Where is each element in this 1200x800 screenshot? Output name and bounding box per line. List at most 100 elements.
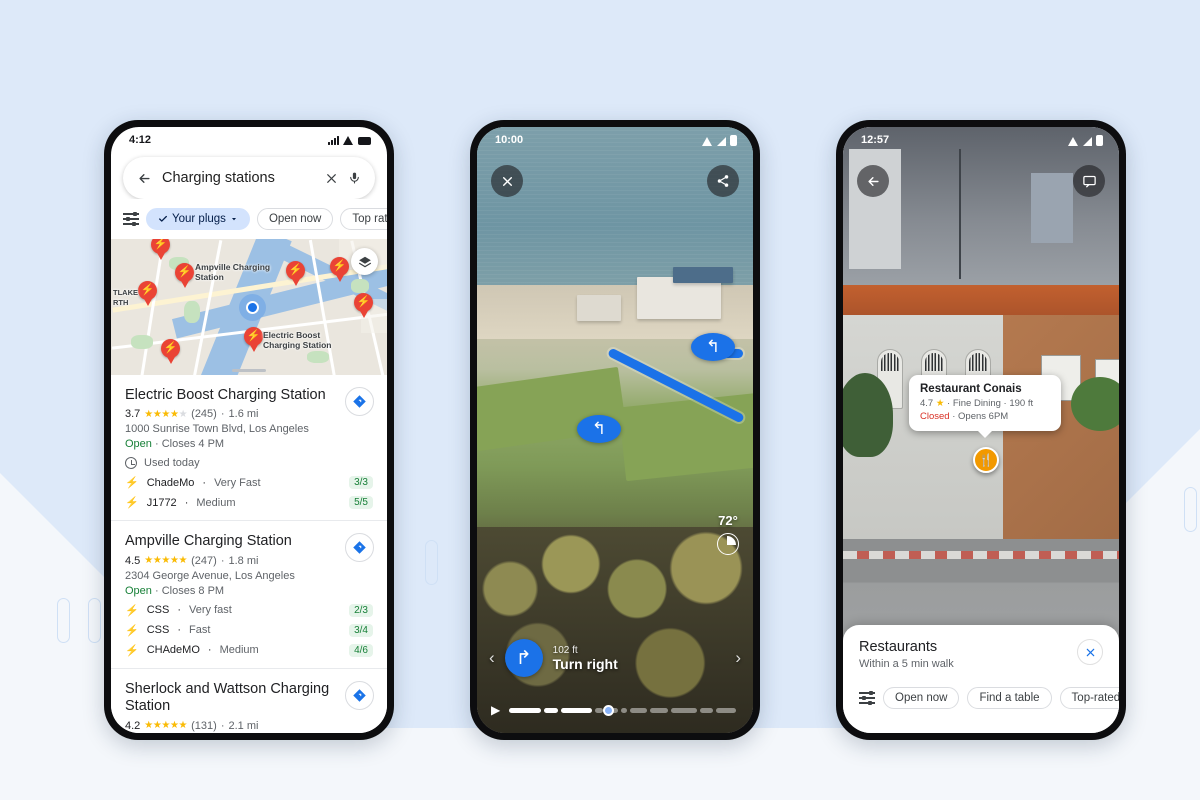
result-address: 1000 Sunrise Town Blvd, Los Angeles (125, 423, 309, 436)
map-pin-6[interactable]: ⚡ (354, 293, 373, 318)
phone2-status-time: 10:00 (495, 134, 524, 146)
sheet-chip-row: Open now Find a table Top-rated More (859, 687, 1119, 709)
filter-chip-row: Your plugs Open now Top rated (111, 199, 387, 239)
background-bar-2 (88, 598, 101, 643)
map-drag-handle[interactable] (232, 369, 266, 372)
chip-open-now[interactable]: Open now (883, 687, 960, 709)
result-rating: 3.7 ★★★★★ (245) · 1.6 mi (125, 408, 373, 420)
table-row[interactable]: Electric Boost Charging Station 3.7 ★★★★… (111, 375, 387, 520)
star-icon: ★★★★★ (144, 408, 188, 420)
scene-shrub-1 (843, 373, 893, 457)
plug-type: ChadeMo (146, 476, 195, 489)
map-view[interactable]: ⚡ ⚡ ⚡ ⚡ ⚡ ⚡ ⚡ ⚡ Ampville Charging Statio… (111, 239, 387, 375)
chip-top-rated[interactable]: Top rated (340, 208, 387, 230)
background-bar-4 (1184, 487, 1197, 532)
signal-icon (328, 135, 339, 145)
bottom-sheet: Restaurants Within a 5 min walk Open now… (843, 625, 1119, 733)
map-pin-7[interactable]: ⚡ (161, 339, 180, 364)
wifi-icon (702, 136, 713, 146)
scene-building-2 (577, 295, 621, 321)
callout-status: Closed (920, 411, 950, 422)
bolt-icon: ⚡ (125, 497, 139, 510)
turn-marker-far[interactable]: ↰ (691, 333, 735, 361)
background-bar-1 (57, 598, 70, 643)
callout-rating: 4.7 (920, 398, 934, 409)
turn-right-icon[interactable]: ↱ (504, 639, 543, 677)
microphone-icon[interactable] (348, 170, 361, 186)
chip-your-plugs[interactable]: Your plugs (146, 208, 250, 230)
plug-row: ⚡ J1772 · Medium 5/5 (125, 496, 373, 510)
close-icon[interactable] (1077, 639, 1103, 665)
table-row[interactable]: Sherlock and Wattson Charging Station 4.… (111, 667, 387, 733)
play-icon[interactable]: ▶ (491, 703, 500, 717)
map-pin-8[interactable]: ⚡ (244, 327, 263, 352)
map-green-4 (307, 351, 329, 363)
filter-tune-icon[interactable] (859, 690, 875, 705)
result-rating: 4.2 ★★★★★ (131) · 2.1 mi (125, 720, 373, 732)
chip-your-plugs-label: Your plugs (172, 213, 226, 225)
place-callout-card[interactable]: Restaurant Conais 4.7 ★ · Fine Dining · … (909, 375, 1061, 431)
map-pin-4[interactable]: ⚡ (286, 261, 305, 286)
callout-distance: 190 ft (1009, 398, 1034, 409)
turn-marker-near[interactable]: ↰ (577, 415, 621, 443)
map-pin-1[interactable]: ⚡ (151, 239, 170, 260)
dot-sep: · (220, 408, 225, 421)
map-pin-5[interactable]: ⚡ (330, 257, 349, 282)
dot-sep: · (947, 398, 951, 409)
phone1-status-icons (328, 135, 371, 145)
chip-find-a-table[interactable]: Find a table (967, 687, 1052, 709)
current-location-dot (246, 301, 259, 314)
result-name: Sherlock and Wattson Charging Station (125, 680, 330, 715)
feedback-icon[interactable] (1073, 165, 1105, 197)
chevron-down-icon (231, 218, 236, 221)
chevron-right-icon[interactable]: › (735, 648, 741, 668)
table-row[interactable]: Ampville Charging Station 4.5 ★★★★★ (247… (111, 520, 387, 667)
layers-icon[interactable] (351, 248, 378, 275)
scrubber-knob[interactable] (603, 704, 615, 716)
chip-top-rated[interactable]: Top-rated (1059, 687, 1119, 709)
scrubber-track[interactable] (509, 704, 739, 716)
bolt-icon: ⚡ (125, 477, 139, 490)
chevron-left-icon[interactable]: ‹ (489, 648, 495, 668)
restaurant-pin-icon[interactable]: 🍴 (973, 447, 999, 473)
map-green-5 (351, 279, 369, 293)
playback-scrubber[interactable]: ▶ (477, 703, 753, 717)
back-arrow-icon[interactable] (137, 171, 152, 186)
used-today-label: Used today (144, 457, 200, 470)
weather-widget[interactable]: 72° (717, 513, 739, 555)
share-icon[interactable] (707, 165, 739, 197)
plug-row: ⚡ CHAdeMO · Medium 4/6 (125, 643, 373, 657)
callout-opens: Opens 6PM (958, 411, 1009, 422)
dot-sep: · (207, 644, 212, 657)
signal-icon (1083, 136, 1092, 146)
search-input[interactable]: Charging stations (162, 170, 315, 186)
review-count: (247) (191, 554, 217, 567)
map-pin-2[interactable]: ⚡ (175, 263, 194, 288)
chip-open-now[interactable]: Open now (256, 208, 334, 230)
plug-count: 2/3 (349, 603, 373, 617)
back-arrow-icon[interactable] (857, 165, 889, 197)
temperature-value: 72° (718, 513, 738, 528)
search-bar[interactable]: Charging stations (123, 157, 375, 199)
callout-meta: 4.7 ★ · Fine Dining · 190 ft (920, 398, 1050, 409)
phone2-status-icons (702, 134, 737, 146)
directions-arrow-icon[interactable] (345, 387, 374, 416)
callout-place-name: Restaurant Conais (920, 383, 1022, 395)
review-count: (131) (191, 719, 217, 732)
clock-icon (125, 457, 137, 470)
close-icon[interactable] (491, 165, 523, 197)
map-green-1 (131, 335, 153, 349)
result-address: 2304 George Avenue, Los Angeles (125, 569, 295, 582)
map-label-electric-boost: Electric Boost Charging Station (263, 330, 332, 350)
directions-arrow-icon[interactable] (345, 680, 374, 710)
phone3-status-bar: 12:57 (843, 127, 1119, 153)
star-icon: ★★★★★ (144, 555, 188, 567)
callout-status-row: Closed · Opens 6PM (920, 411, 1050, 422)
check-icon (159, 215, 167, 222)
close-icon[interactable] (325, 172, 338, 185)
sheet-title: Restaurants (859, 639, 938, 655)
filter-tune-icon[interactable] (123, 211, 139, 226)
rating-value: 3.7 (125, 408, 141, 421)
plug-row: ⚡ CSS · Fast 3/4 (125, 623, 373, 637)
phone1-status-time: 4:12 (129, 134, 152, 146)
